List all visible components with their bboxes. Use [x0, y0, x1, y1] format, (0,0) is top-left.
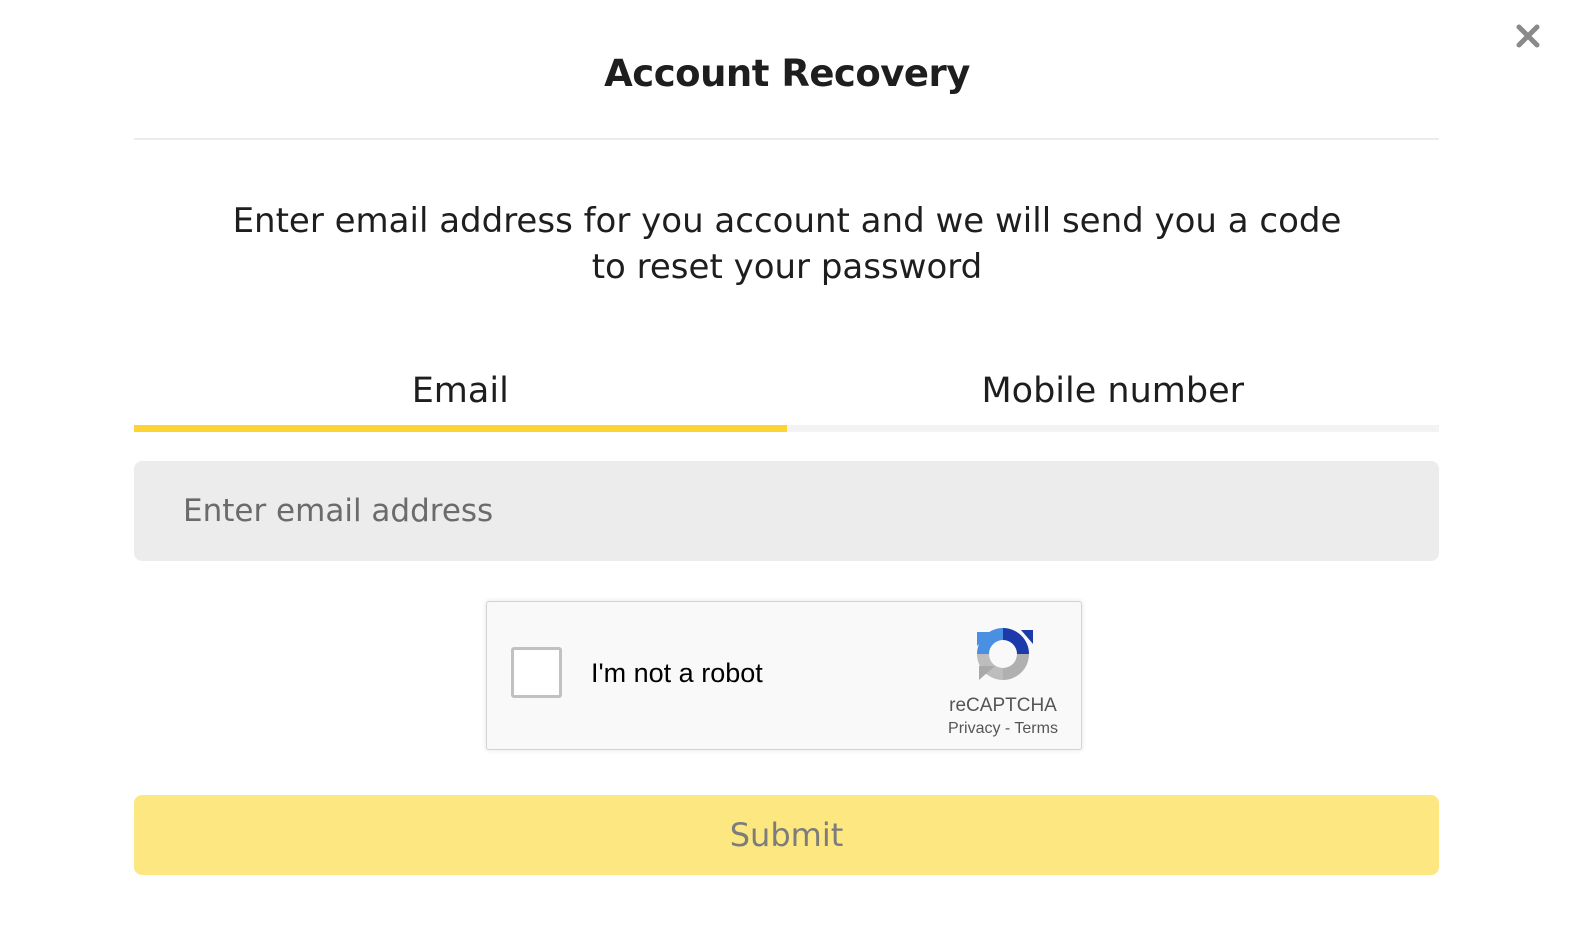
- account-recovery-modal: Account Recovery Enter email address for…: [0, 0, 1585, 940]
- recaptcha-checkbox[interactable]: [511, 647, 562, 698]
- recovery-method-tabs: Email Mobile number: [134, 366, 1439, 432]
- instructions-text: Enter email address for you account and …: [232, 201, 1342, 287]
- tab-email[interactable]: Email: [134, 366, 787, 432]
- recaptcha-terms-link[interactable]: Terms: [1014, 720, 1058, 737]
- recaptcha-brand: reCAPTCHA: [949, 695, 1057, 716]
- recaptcha-privacy-link[interactable]: Privacy: [948, 720, 1000, 737]
- close-icon[interactable]: [1514, 22, 1542, 50]
- tab-mobile-number[interactable]: Mobile number: [786, 366, 1440, 432]
- recaptcha-logo-icon: [977, 628, 1033, 680]
- recaptcha-links: Privacy - Terms: [927, 720, 1079, 738]
- header-divider: [134, 138, 1439, 140]
- recaptcha-link-separator: -: [1000, 720, 1015, 737]
- email-field-container: [134, 461, 1439, 561]
- page-title: Account Recovery: [604, 52, 970, 95]
- submit-button[interactable]: Submit: [134, 795, 1439, 875]
- recaptcha-label: I'm not a robot: [591, 658, 763, 688]
- recaptcha-widget: I'm not a robot reCAPTCHA Privacy - Term…: [486, 601, 1082, 750]
- email-field[interactable]: [134, 461, 1439, 561]
